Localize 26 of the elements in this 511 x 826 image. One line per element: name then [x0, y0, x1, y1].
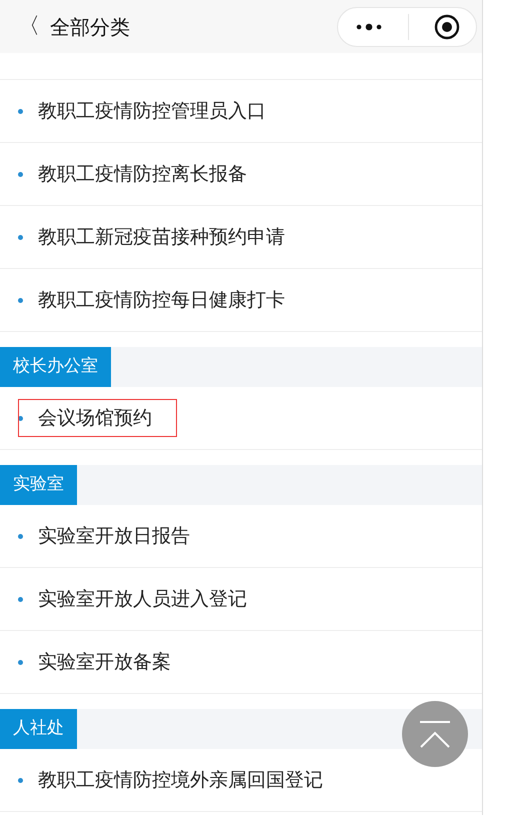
bullet-icon [18, 534, 23, 538]
target-icon [434, 14, 460, 40]
more-icon [354, 22, 382, 30]
bullet-icon [18, 778, 23, 782]
bullet-icon [18, 416, 23, 420]
bullet-icon [18, 108, 23, 114]
bullet-icon [18, 660, 23, 664]
bullet-icon [18, 298, 23, 302]
list-item[interactable]: 教职工疫情防控每日健康打卡 [38, 282, 285, 318]
list-item[interactable]: 实验室开放日报告 [38, 518, 190, 554]
section-header: 校长办公室 [0, 347, 111, 387]
section-header: 实验室 [0, 465, 77, 505]
bullet-icon [18, 596, 23, 602]
up-arrow-icon [417, 719, 453, 749]
list-item[interactable]: 会议场馆预约 [19, 400, 176, 436]
list-item[interactable]: 教职工疫情防控离长报备 [38, 156, 247, 192]
back-button[interactable]: 〈 [12, 10, 50, 43]
bullet-icon [18, 172, 23, 176]
page-title: 全部分类 [50, 14, 130, 40]
section-header: 人社处 [0, 709, 77, 749]
list-item[interactable]: 实验室开放备案 [38, 644, 171, 680]
list-item[interactable]: 教职工新冠疫苗接种预约申请 [38, 218, 285, 256]
list-item[interactable]: 教职工疫情防控管理员入口 [38, 92, 266, 130]
bullet-icon [18, 234, 23, 240]
list-item[interactable]: 实验室开放人员进入登记 [38, 580, 247, 618]
list-item[interactable]: 教职工疫情防控境外亲属回国登记 [38, 762, 323, 798]
